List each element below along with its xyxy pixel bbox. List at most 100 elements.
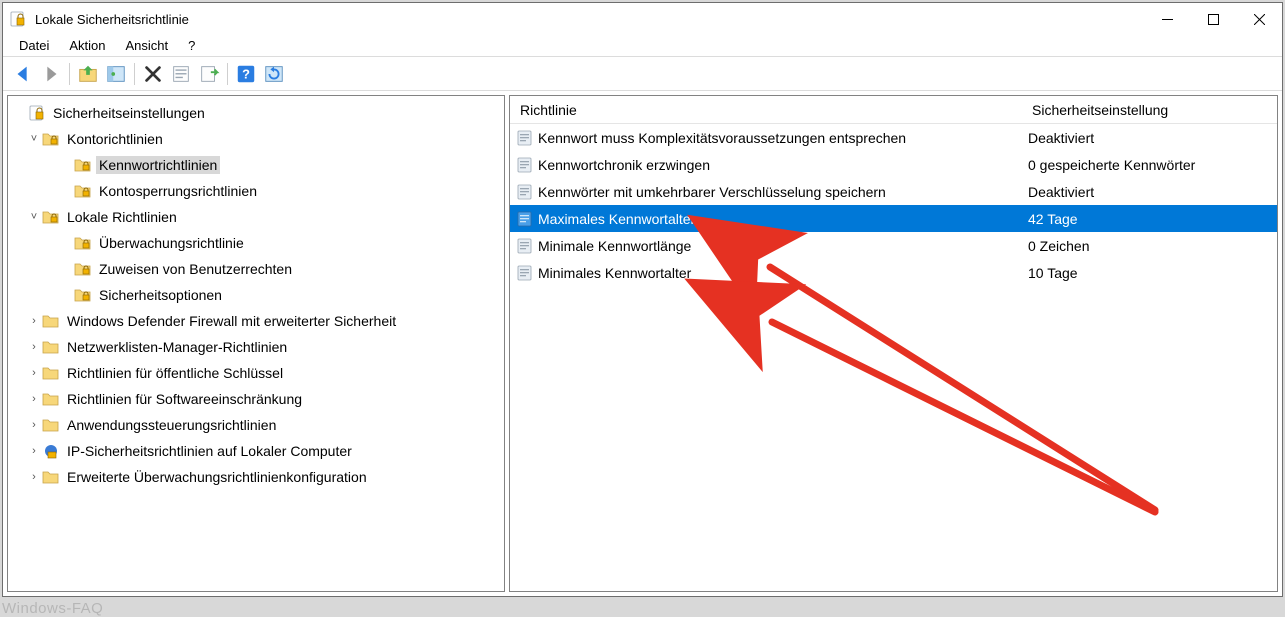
policy-value: 0 Zeichen	[1028, 238, 1277, 254]
folder-lock-icon	[74, 156, 92, 174]
tree-label: Windows Defender Firewall mit erweiterte…	[64, 312, 399, 330]
policy-value: 10 Tage	[1028, 265, 1277, 281]
tree-label: Zuweisen von Benutzerrechten	[96, 260, 295, 278]
folder-lock-icon	[74, 234, 92, 252]
tree-label: Lokale Richtlinien	[64, 208, 180, 226]
policy-icon	[516, 210, 534, 228]
content-area: · Sicherheitseinstellungen ˅ Kontorichtlini…	[3, 91, 1282, 596]
tree-twisty[interactable]: ›	[26, 315, 42, 327]
tree-item[interactable]: · Sicherheitsoptionen	[10, 282, 502, 308]
tree-item[interactable]: › Netzwerklisten-Manager-Richtlinien	[10, 334, 502, 360]
tree-label: Richtlinien für öffentliche Schlüssel	[64, 364, 286, 382]
minimize-button[interactable]	[1144, 3, 1190, 35]
folder-lock-icon	[74, 182, 92, 200]
policy-value: Deaktiviert	[1028, 130, 1277, 146]
tree-twisty[interactable]: ›	[26, 393, 42, 405]
policy-name: Kennwortchronik erzwingen	[538, 157, 1028, 173]
toolbar-delete[interactable]	[139, 60, 167, 88]
folder-closed-icon	[42, 338, 60, 356]
tree-root[interactable]: · Sicherheitseinstellungen	[10, 100, 502, 126]
tree-twisty: ·	[58, 263, 74, 275]
folder-closed-icon	[42, 468, 60, 486]
tree-item[interactable]: · Kontosperrungsrichtlinien	[10, 178, 502, 204]
tree-item[interactable]: ˅ Lokale Richtlinien	[10, 204, 502, 230]
toolbar	[3, 57, 1282, 91]
tree-label: Kennwortrichtlinien	[96, 156, 220, 174]
secpol-icon-icon	[28, 104, 46, 122]
tree-item[interactable]: › Windows Defender Firewall mit erweitert…	[10, 308, 502, 334]
tree-label: Netzwerklisten-Manager-Richtlinien	[64, 338, 290, 356]
toolbar-help[interactable]	[232, 60, 260, 88]
ipsec-icon-icon	[42, 442, 60, 460]
list-pane: Richtlinie Sicherheitseinstellung Kennwo…	[509, 95, 1278, 592]
folder-lock-icon	[42, 130, 60, 148]
policy-row[interactable]: Minimale Kennwortlänge0 Zeichen	[510, 232, 1277, 259]
tree-item[interactable]: · Zuweisen von Benutzerrechten	[10, 256, 502, 282]
menu-bar: Datei Aktion Ansicht ?	[3, 35, 1282, 57]
tree-label: Sicherheitsoptionen	[96, 286, 225, 304]
tree-item[interactable]: ˅ Kontorichtlinien	[10, 126, 502, 152]
policy-row[interactable]: Kennwort muss Komplexitätsvoraussetzunge…	[510, 124, 1277, 151]
policy-name: Minimale Kennwortlänge	[538, 238, 1028, 254]
list-header: Richtlinie Sicherheitseinstellung	[510, 96, 1277, 124]
tree-label: Richtlinien für Softwareeinschränkung	[64, 390, 305, 408]
tree-twisty[interactable]: ›	[26, 471, 42, 483]
tree-label: IP-Sicherheitsrichtlinien auf Lokaler Co…	[64, 442, 355, 460]
policy-value: 42 Tage	[1028, 211, 1277, 227]
tree-twisty[interactable]: ›	[26, 445, 42, 457]
tree-item[interactable]: · Kennwortrichtlinien	[10, 152, 502, 178]
policy-name: Kennwort muss Komplexitätsvoraussetzunge…	[538, 130, 1028, 146]
menu-view[interactable]: Ansicht	[116, 36, 179, 55]
tree-item[interactable]: ›Erweiterte Überwachungsrichtlinienkonfi…	[10, 464, 502, 490]
policy-value: 0 gespeicherte Kennwörter	[1028, 157, 1277, 173]
tree-item[interactable]: › IP-Sicherheitsrichtlinien auf Lokaler C…	[10, 438, 502, 464]
close-button[interactable]	[1236, 3, 1282, 35]
tree-twisty[interactable]: ˅	[26, 133, 42, 145]
tree-label: Kontorichtlinien	[64, 130, 166, 148]
toolbar-refresh[interactable]	[260, 60, 288, 88]
policy-row[interactable]: Kennwörter mit umkehrbarer Verschlüsselu…	[510, 178, 1277, 205]
policy-icon	[516, 237, 534, 255]
tree-twisty[interactable]: ›	[26, 341, 42, 353]
menu-file[interactable]: Datei	[9, 36, 59, 55]
policy-row[interactable]: Kennwortchronik erzwingen0 gespeicherte …	[510, 151, 1277, 178]
tree-item[interactable]: › Richtlinien für Softwareeinschränkung	[10, 386, 502, 412]
toolbar-forward[interactable]	[37, 60, 65, 88]
tree-twisty[interactable]: ›	[26, 419, 42, 431]
tree-item[interactable]: › Richtlinien für öffentliche Schlüssel	[10, 360, 502, 386]
tree-twisty[interactable]: ˅	[26, 211, 42, 223]
toolbar-show-hide-tree[interactable]	[102, 60, 130, 88]
tree-label: Sicherheitseinstellungen	[50, 104, 208, 122]
toolbar-properties[interactable]	[167, 60, 195, 88]
tree-item[interactable]: › Anwendungssteuerungsrichtlinien	[10, 412, 502, 438]
tree-label: Anwendungssteuerungsrichtlinien	[64, 416, 279, 434]
tree-twisty[interactable]: ›	[26, 367, 42, 379]
policy-row[interactable]: Maximales Kennwortalter42 Tage	[510, 205, 1277, 232]
policy-icon	[516, 264, 534, 282]
folder-closed-icon	[42, 312, 60, 330]
menu-help[interactable]: ?	[178, 36, 205, 55]
column-header-policy[interactable]: Richtlinie	[514, 102, 1026, 118]
tree-label: Kontosperrungsrichtlinien	[96, 182, 260, 200]
toolbar-back[interactable]	[9, 60, 37, 88]
tree-twisty: ·	[58, 289, 74, 301]
tree-pane: · Sicherheitseinstellungen ˅ Kontorichtlini…	[7, 95, 505, 592]
policy-name: Kennwörter mit umkehrbarer Verschlüsselu…	[538, 184, 1028, 200]
folder-lock-icon	[42, 208, 60, 226]
tree-twisty: ·	[58, 185, 74, 197]
policy-row[interactable]: Minimales Kennwortalter10 Tage	[510, 259, 1277, 286]
toolbar-up-folder[interactable]	[74, 60, 102, 88]
folder-closed-icon	[42, 416, 60, 434]
column-header-setting[interactable]: Sicherheitseinstellung	[1026, 102, 1277, 118]
maximize-button[interactable]	[1190, 3, 1236, 35]
window-title: Lokale Sicherheitsrichtlinie	[35, 12, 1144, 27]
tree-twisty: ·	[58, 159, 74, 171]
folder-lock-icon	[74, 286, 92, 304]
app-window: Lokale Sicherheitsrichtlinie Datei Aktio…	[2, 2, 1283, 597]
menu-action[interactable]: Aktion	[59, 36, 115, 55]
tree-twisty: ·	[12, 107, 28, 119]
toolbar-export-list[interactable]	[195, 60, 223, 88]
policy-icon	[516, 129, 534, 147]
tree-item[interactable]: ·Überwachungsrichtlinie	[10, 230, 502, 256]
policy-name: Minimales Kennwortalter	[538, 265, 1028, 281]
